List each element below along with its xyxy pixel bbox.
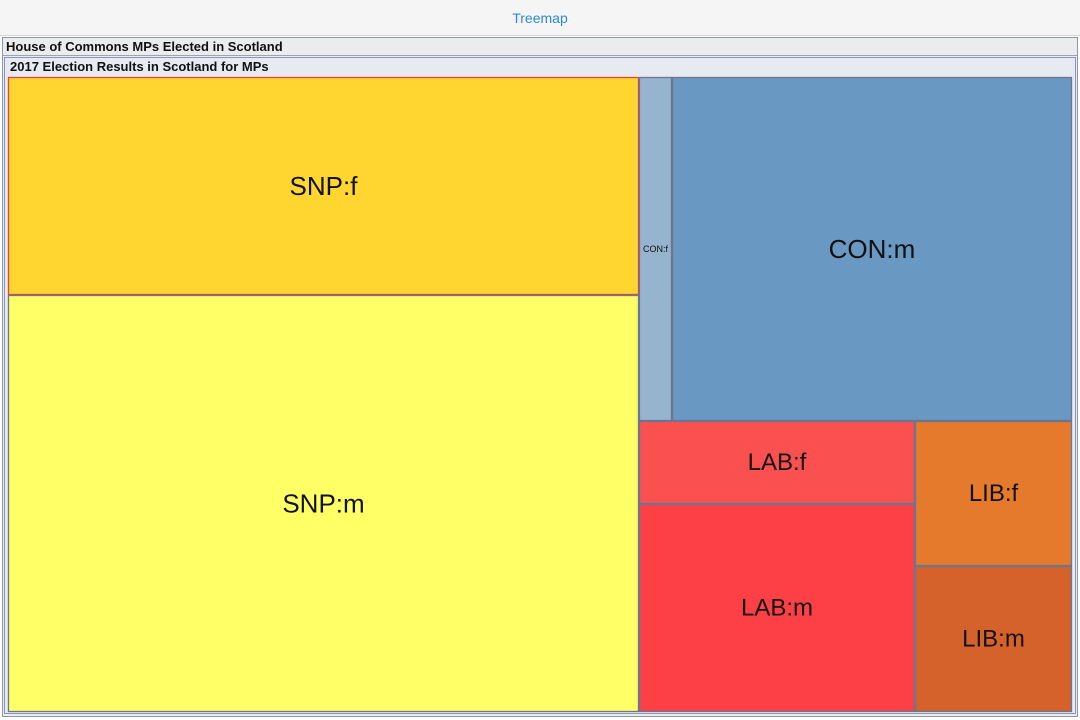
- treemap-label-lab-f: LAB:f: [748, 449, 807, 476]
- treemap-tile-con-m[interactable]: CON:m: [671, 76, 1073, 422]
- treemap-tile-lib-m[interactable]: LIB:m: [914, 565, 1073, 713]
- treemap-tile-snp-m[interactable]: SNP:m: [7, 294, 640, 713]
- treemap-tile-snp-f[interactable]: SNP:f: [7, 76, 640, 296]
- treemap-tile-con-f[interactable]: CON:f: [638, 76, 673, 422]
- treemap-tile-lab-m[interactable]: LAB:m: [638, 503, 916, 713]
- treemap-chart: SNP:f SNP:m CON:f CON:m LAB:f LAB:m LIB:f LIB:m: [7, 76, 1073, 713]
- treemap-label-con-m: CON:m: [829, 234, 916, 264]
- treemap-label-snp-f: SNP:f: [290, 171, 359, 201]
- treemap-label-lab-m: LAB:m: [741, 595, 813, 622]
- treemap-label-snp-m: SNP:m: [282, 489, 364, 519]
- treemap-label-lib-f: LIB:f: [969, 480, 1019, 507]
- treemap-tile-lab-f[interactable]: LAB:f: [638, 420, 916, 505]
- treemap-label-con-f: CON:f: [643, 244, 669, 254]
- treemap-tile-lib-f[interactable]: LIB:f: [914, 420, 1073, 567]
- treemap-label-lib-m: LIB:m: [962, 626, 1025, 653]
